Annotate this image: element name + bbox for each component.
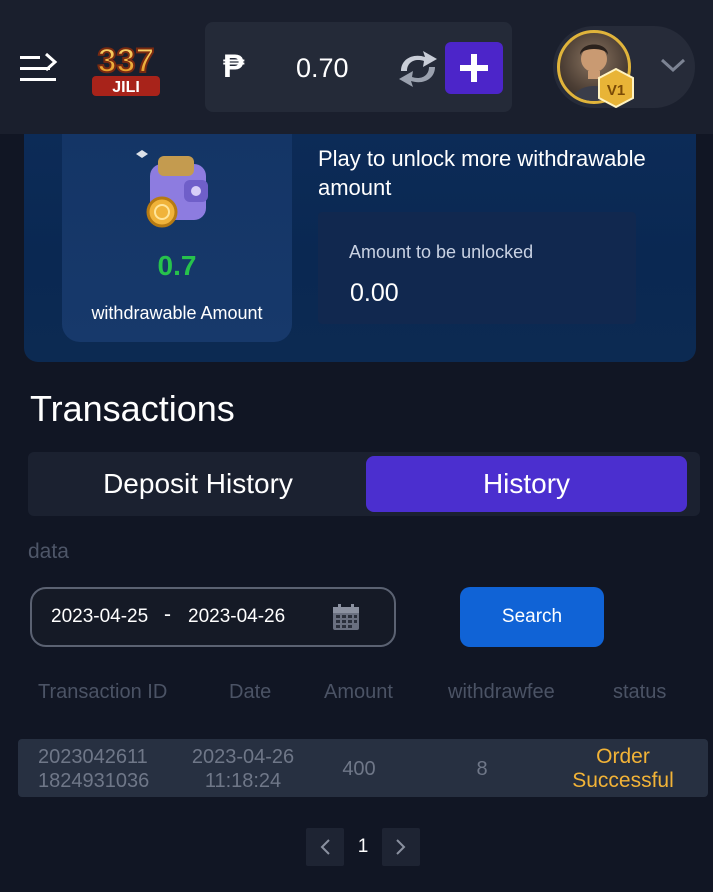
currency-symbol: ₱	[223, 48, 245, 84]
search-button[interactable]: Search	[460, 587, 604, 647]
cell-withdrawfee: 8	[476, 758, 488, 780]
menu-icon[interactable]	[18, 50, 60, 86]
date-end[interactable]: 2023-04-26	[188, 606, 285, 628]
status-line1: Order	[596, 745, 650, 768]
withdrawable-panel: 0.7 withdrawable Amount	[62, 134, 292, 342]
wallet-icon	[130, 142, 230, 232]
date-line1: 2023-04-26	[191, 746, 295, 768]
chevron-left-icon	[320, 839, 330, 855]
date-separator: -	[164, 603, 171, 626]
status-line2: Successful	[572, 769, 674, 792]
brand-logo[interactable]: 337 JILI	[78, 38, 174, 102]
filter-label: data	[28, 540, 69, 563]
wallet-card: 0.7 withdrawable Amount Play to unlock m…	[24, 134, 696, 362]
withdrawable-value: 0.7	[157, 250, 197, 281]
tab-deposit-history[interactable]: Deposit History	[28, 456, 368, 512]
logo-word: JILI	[112, 79, 140, 96]
tab-history[interactable]: History	[366, 456, 687, 512]
cell-date: 2023-04-26 11:18:24	[178, 745, 308, 793]
chevron-right-icon	[396, 839, 406, 855]
date-line2: 11:18:24	[204, 770, 282, 792]
column-header-withdrawfee: withdrawfee	[448, 681, 555, 703]
pagination-prev-button[interactable]	[306, 828, 344, 866]
plus-icon	[460, 54, 488, 82]
pagination-next-button[interactable]	[382, 828, 420, 866]
table-row[interactable]: 2023042611 1824931036 2023-04-26 11:18:2…	[18, 739, 708, 797]
chevron-down-icon[interactable]	[659, 56, 687, 74]
column-header-status: status	[613, 681, 667, 703]
unlock-box: Amount to be unlocked 0.00	[318, 212, 636, 324]
cell-transaction-id: 2023042611 1824931036	[38, 745, 168, 793]
transaction-id-line1: 2023042611	[38, 746, 148, 768]
history-tabs: Deposit History History	[28, 452, 700, 516]
cell-amount: 400	[342, 758, 376, 780]
section-title: Transactions	[30, 388, 235, 429]
top-header: 337 JILI ₱ 0.70 V1	[0, 0, 713, 134]
unlock-label: Amount to be unlocked	[349, 242, 534, 262]
pagination-page-current[interactable]: 1	[346, 836, 380, 858]
withdrawable-label: withdrawable Amount	[91, 303, 263, 323]
transaction-id-line2: 1824931036	[38, 770, 150, 792]
page: 337 JILI ₱ 0.70 V1 0.7 withdrawable Amou…	[0, 0, 713, 892]
date-range-picker[interactable]: 2023-04-25 - 2023-04-26	[30, 587, 396, 647]
calendar-icon[interactable]	[332, 603, 360, 631]
unlock-title: Play to unlock more withdrawable amount	[318, 146, 646, 200]
column-header-transaction-id: Transaction ID	[38, 681, 168, 703]
column-header-date: Date	[229, 681, 272, 703]
unlock-value: 0.00	[350, 279, 399, 307]
balance-box: ₱ 0.70	[205, 22, 512, 112]
vip-level: V1	[607, 82, 625, 99]
vip-badge-icon: V1	[597, 67, 635, 109]
balance-value: 0.70	[296, 53, 349, 83]
column-header-amount: Amount	[324, 681, 393, 703]
refresh-icon[interactable]	[393, 49, 443, 89]
cell-status: Order Successful	[558, 745, 688, 793]
logo-number: 337	[98, 42, 155, 80]
profile-menu[interactable]: V1	[553, 26, 695, 109]
date-start[interactable]: 2023-04-25	[51, 606, 148, 628]
deposit-plus-button[interactable]	[445, 42, 503, 94]
